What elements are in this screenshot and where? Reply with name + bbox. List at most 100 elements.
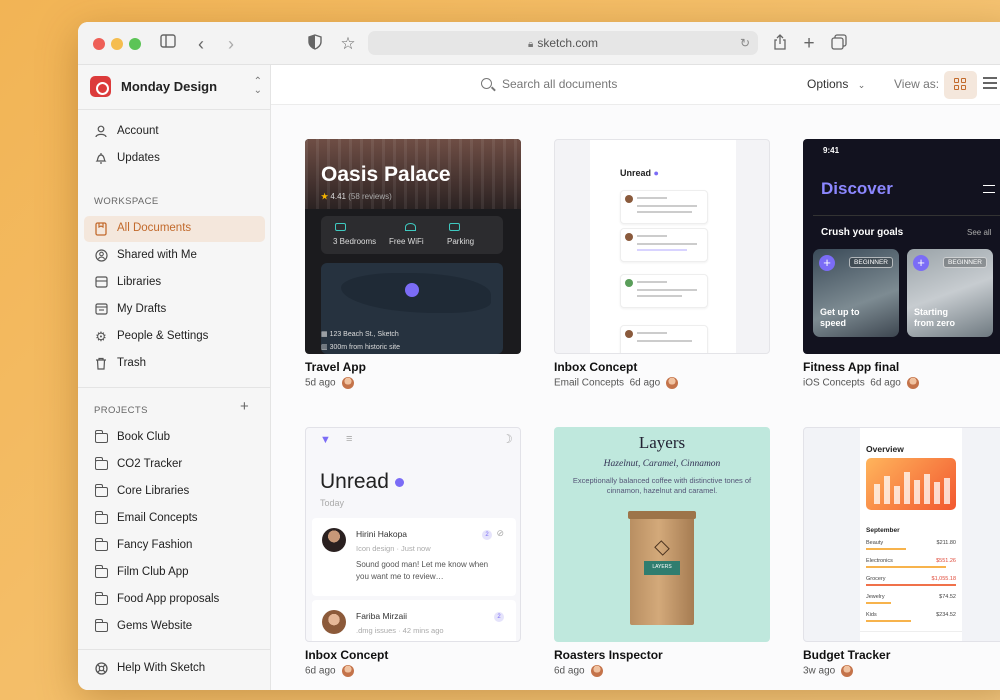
maximize-window-button[interactable] [129, 38, 141, 50]
shield-icon[interactable] [305, 34, 325, 54]
reviews-count: (58 reviews) [348, 192, 392, 201]
sidebar-item-shared-with-me[interactable]: Shared with Me [84, 243, 265, 269]
document-project: iOS Concepts [803, 377, 865, 389]
sidebar-item-all-documents[interactable]: All Documents [84, 216, 265, 242]
document-thumbnail[interactable]: Unread ● [554, 139, 770, 354]
folder-icon [94, 619, 108, 634]
sidebar-item-label: All Documents [117, 222, 192, 234]
close-window-button[interactable] [93, 38, 105, 50]
overview-heading: Overview [866, 444, 904, 454]
amenity-label: Free WiFi [389, 237, 424, 246]
category-value: $1,055.18 [931, 576, 956, 582]
sidebar-project-item[interactable]: Food App proposals [84, 587, 265, 613]
documents-icon [94, 222, 108, 236]
folder-icon [94, 430, 108, 445]
category-row: Kids $234.52 [866, 612, 956, 622]
category-label: Grocery [866, 576, 886, 582]
map-preview [321, 263, 503, 354]
documents-topbar: Search all documents Options ⌄ View as: [271, 65, 1000, 105]
document-meta: 6d ago [305, 665, 354, 677]
document-time: 6d ago [870, 377, 901, 389]
shared-icon [94, 249, 108, 263]
new-tab-icon[interactable]: + [799, 34, 819, 54]
sidebar-project-item[interactable]: Core Libraries [84, 479, 265, 505]
add-project-button[interactable]: + [240, 398, 249, 415]
diamond-logo-icon [654, 540, 670, 556]
sidebar-toggle-icon[interactable] [158, 34, 178, 54]
add-icon: + [819, 255, 835, 271]
search-input[interactable]: Search all documents [481, 77, 617, 91]
month-label: September [866, 527, 900, 534]
grid-view-button[interactable] [944, 71, 977, 99]
moon-icon: ☽ [502, 432, 513, 446]
sidebar: Monday Design ⌃ ⌄ Account Updates WORKSPA… [78, 65, 271, 690]
browser-toolbar: ‹ › ☆ 🔒︎ sketch.com ↻ + [78, 22, 1000, 65]
folder-icon [94, 511, 108, 526]
document-title[interactable]: Travel App [305, 360, 366, 374]
sidebar-project-item[interactable]: CO2 Tracker [84, 452, 265, 478]
document-thumbnail[interactable]: Overview September Beauty $211.80 Electro… [803, 427, 1000, 642]
amenity-label: 3 Bedrooms [333, 237, 377, 246]
project-label: Fancy Fashion [117, 539, 193, 551]
sidebar-project-item[interactable]: Fancy Fashion [84, 533, 265, 559]
gear-icon: ⚙ [95, 329, 107, 344]
project-label: Gems Website [117, 620, 193, 632]
options-dropdown[interactable]: Options ⌄ [807, 77, 865, 91]
bell-icon [94, 152, 108, 166]
team-switcher[interactable]: Monday Design ⌃ ⌄ [90, 74, 262, 100]
trash-icon [94, 357, 108, 371]
document-title[interactable]: Inbox Concept [305, 648, 388, 662]
options-label: Options [807, 77, 849, 91]
share-icon[interactable] [770, 34, 790, 54]
sidebar-item-updates[interactable]: Updates [84, 146, 265, 172]
divider [78, 649, 271, 650]
document-meta: iOS Concepts 6d ago [803, 377, 919, 389]
sidebar-item-account[interactable]: Account [84, 119, 265, 145]
help-with-sketch-link[interactable]: Help With Sketch [84, 656, 265, 682]
document-time: 6d ago [629, 377, 661, 389]
sidebar-project-item[interactable]: Book Club [84, 425, 265, 451]
workout-tile: + BEGINNER Starting from zero [907, 249, 993, 337]
phone-mockup: Unread ● [590, 140, 736, 353]
sidebar-project-item[interactable]: Gems Website [84, 614, 265, 640]
category-row: Electronics $551.26 [866, 558, 956, 568]
amenity-label: Parking [447, 237, 475, 246]
document-title[interactable]: Roasters Inspector [554, 648, 663, 662]
sidebar-item-people-settings[interactable]: ⚙ People & Settings [84, 324, 265, 350]
list-view-button[interactable] [983, 76, 997, 90]
document-thumbnail[interactable]: 9:41 Discover Crush your goals See all +… [803, 139, 1000, 354]
project-label: Book Club [117, 431, 171, 443]
document-thumbnail[interactable]: ▼ ≡ ☽ Unread Today Hirini Hakopa Icon de… [305, 427, 521, 642]
bag-label: LAYERS [644, 561, 680, 575]
category-value: $234.52 [936, 612, 956, 618]
document-thumbnail[interactable]: Oasis Palace ★ 4.41 (58 reviews) 3 Bedro… [305, 139, 521, 354]
sidebar-item-libraries[interactable]: Libraries [84, 270, 265, 296]
tabs-overview-icon[interactable] [829, 34, 849, 54]
sidebar-project-item[interactable]: Film Club App [84, 560, 265, 586]
unread-heading-text: Unread [620, 168, 652, 178]
forward-icon[interactable]: › [221, 34, 241, 54]
sidebar-item-label: People & Settings [117, 330, 209, 342]
document-title[interactable]: Budget Tracker [803, 648, 890, 662]
category-value: $74.52 [939, 594, 956, 600]
sender-name: Fariba Mirzaii [356, 611, 408, 621]
document-thumbnail[interactable]: Layers Hazelnut, Caramel, Cinnamon Excep… [554, 427, 770, 642]
document-title[interactable]: Fitness App final [803, 360, 899, 374]
bookmark-star-icon[interactable]: ☆ [338, 34, 358, 54]
divider [78, 387, 271, 388]
sidebar-item-my-drafts[interactable]: My Drafts [84, 297, 265, 323]
sidebar-item-label: Account [117, 125, 159, 137]
reload-icon[interactable]: ↻ [740, 31, 750, 55]
sidebar-project-item[interactable]: Email Concepts [84, 506, 265, 532]
sidebar-item-trash[interactable]: Trash [84, 351, 265, 377]
add-icon: + [913, 255, 929, 271]
team-logo-icon [90, 76, 111, 97]
address-bar[interactable]: 🔒︎ sketch.com ↻ [368, 31, 758, 55]
see-all-link: See all [967, 228, 992, 237]
document-title[interactable]: Inbox Concept [554, 360, 637, 374]
folder-icon [94, 457, 108, 472]
document-time: 6d ago [305, 665, 336, 677]
back-icon[interactable]: ‹ [191, 34, 211, 54]
category-value: $211.80 [936, 540, 956, 546]
minimize-window-button[interactable] [111, 38, 123, 50]
